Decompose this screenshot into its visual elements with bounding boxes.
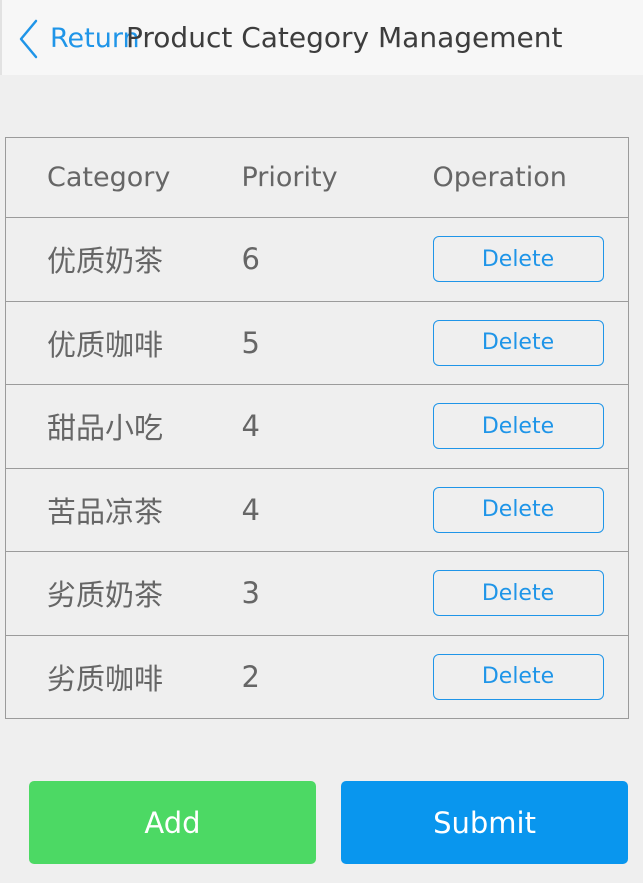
priority-value: 4 bbox=[241, 492, 260, 527]
priority-value: 2 bbox=[241, 659, 260, 694]
delete-button[interactable]: Delete bbox=[432, 403, 604, 450]
category-table: Category Priority Operation 优质奶茶 6 Delet… bbox=[5, 137, 629, 719]
app-header: Return Product Category Management bbox=[0, 0, 643, 75]
table-row: 优质奶茶 6 Delete bbox=[5, 218, 629, 302]
table-header: Category Priority Operation bbox=[5, 138, 629, 218]
column-header-category: Category bbox=[47, 162, 171, 193]
category-name: 苦品凉茶 bbox=[47, 494, 164, 529]
submit-button[interactable]: Submit bbox=[341, 781, 628, 864]
priority-value: 6 bbox=[241, 242, 260, 277]
operation-cell: Delete bbox=[396, 552, 629, 636]
delete-button[interactable]: Delete bbox=[432, 486, 604, 533]
operation-cell: Delete bbox=[396, 301, 629, 385]
priority-value: 5 bbox=[241, 325, 260, 360]
table-body: 优质奶茶 6 Delete 优质咖啡 5 Delete 甜品小吃 4 Delet… bbox=[5, 218, 629, 719]
category-name: 劣质咖啡 bbox=[47, 661, 164, 696]
table-row: 优质咖啡 5 Delete bbox=[5, 301, 629, 385]
priority-value: 3 bbox=[241, 576, 260, 611]
operation-cell: Delete bbox=[396, 635, 629, 719]
page-title: Product Category Management bbox=[126, 21, 563, 54]
operation-cell: Delete bbox=[396, 218, 629, 302]
column-header-operation: Operation bbox=[432, 162, 567, 193]
operation-cell: Delete bbox=[396, 468, 629, 552]
table-row: 劣质咖啡 2 Delete bbox=[5, 635, 629, 719]
category-name: 优质咖啡 bbox=[47, 327, 164, 362]
table-row: 苦品凉茶 4 Delete bbox=[5, 468, 629, 552]
delete-button[interactable]: Delete bbox=[432, 319, 604, 366]
category-name: 甜品小吃 bbox=[47, 411, 164, 446]
table-row: 劣质奶茶 3 Delete bbox=[5, 552, 629, 636]
column-header-priority: Priority bbox=[241, 162, 338, 193]
category-name: 劣质奶茶 bbox=[47, 578, 164, 613]
table-row: 甜品小吃 4 Delete bbox=[5, 385, 629, 469]
operation-cell: Delete bbox=[396, 385, 629, 469]
delete-button[interactable]: Delete bbox=[432, 653, 604, 700]
delete-button[interactable]: Delete bbox=[432, 570, 604, 617]
return-button[interactable]: Return bbox=[18, 19, 140, 59]
add-button[interactable]: Add bbox=[29, 781, 316, 864]
category-name: 优质奶茶 bbox=[47, 244, 164, 279]
table-header-row: Category Priority Operation bbox=[5, 138, 629, 218]
category-management-page: Return Product Category Management Categ… bbox=[0, 0, 643, 883]
delete-button[interactable]: Delete bbox=[432, 236, 604, 283]
chevron-left-icon bbox=[19, 19, 38, 59]
priority-value: 4 bbox=[241, 409, 260, 444]
